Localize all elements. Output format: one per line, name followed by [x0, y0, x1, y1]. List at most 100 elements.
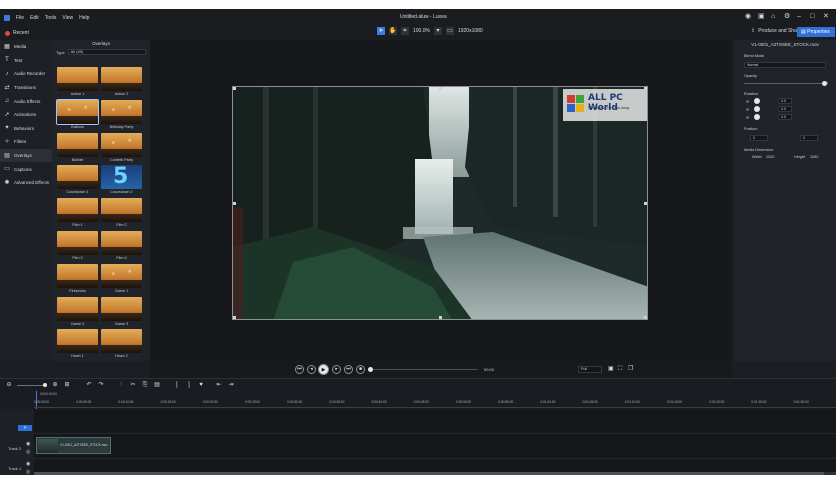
menu-help[interactable]: Help: [79, 15, 89, 21]
opacity-value[interactable]: 1: [826, 81, 828, 85]
blend-mode-select[interactable]: Normal: [744, 62, 826, 68]
overlay-item[interactable]: Film 3: [57, 231, 98, 262]
add-track-button[interactable]: +: [18, 425, 32, 431]
delete-icon[interactable]: ▤: [154, 382, 160, 388]
fast-forward-button[interactable]: ⏭: [344, 365, 353, 374]
menu-file[interactable]: File: [16, 15, 24, 21]
split-icon[interactable]: ⫶: [118, 382, 124, 388]
sidebar-item-text[interactable]: T Text: [0, 54, 52, 68]
rewind-button[interactable]: ⏮: [295, 365, 304, 374]
resize-handle[interactable]: [644, 202, 647, 205]
play-button[interactable]: ▶: [318, 364, 329, 375]
zoom-out-icon[interactable]: ⊖: [6, 382, 12, 388]
cut-icon[interactable]: ✂: [130, 382, 136, 388]
overlay-item[interactable]: Confetti Party: [101, 132, 142, 164]
video-preview[interactable]: ALL PC World Free Apps One Click Away: [232, 86, 648, 320]
close-icon[interactable]: ✕: [823, 13, 830, 20]
sidebar-item-overlays[interactable]: ▤ Overlays: [0, 148, 52, 163]
position-y-field[interactable]: 0: [800, 135, 818, 141]
timeline-ruler[interactable]: 0:00:00:00 0:00:05:00 0:00:10:00 0:00:15:00…: [34, 398, 836, 408]
resize-handle[interactable]: [233, 202, 236, 205]
next-edit-icon[interactable]: ⇥: [228, 382, 234, 388]
sidebar-item-media[interactable]: ▦ Media: [0, 40, 52, 54]
properties-button[interactable]: ▤ Properties: [797, 27, 835, 37]
timeline-zoom-slider[interactable]: [17, 383, 47, 387]
type-select[interactable]: All (40): [67, 49, 146, 55]
overlay-item[interactable]: Heart 2: [101, 329, 142, 360]
overlay-item[interactable]: Heart 1: [57, 329, 98, 360]
stop-button[interactable]: ■: [356, 365, 365, 374]
sidebar-item-audio-recorder[interactable]: ♪ Audio Recorder: [0, 67, 52, 81]
overlay-item[interactable]: Bubble: [57, 132, 98, 164]
prev-edit-icon[interactable]: ⇤: [216, 382, 222, 388]
rotation-dial[interactable]: [754, 106, 760, 112]
rotation-y-field[interactable]: 0.0: [778, 106, 792, 112]
produce-share-button[interactable]: ⇪ Produce and Share: [751, 28, 801, 34]
detach-icon[interactable]: ❐: [628, 366, 634, 372]
overlay-item[interactable]: Game 1: [101, 263, 142, 295]
resolution-label[interactable]: 1920x1080: [458, 28, 483, 34]
minimize-icon[interactable]: –: [797, 13, 804, 20]
step-forward-button[interactable]: ▸: [332, 365, 341, 374]
copy-icon[interactable]: ⎘: [142, 382, 148, 388]
opacity-slider[interactable]: [744, 81, 827, 86]
rotation-dial[interactable]: [754, 98, 760, 104]
sidebar-item-animations[interactable]: ➚ Animations: [0, 108, 52, 122]
overlay-item[interactable]: Balloon: [56, 98, 99, 131]
undo-icon[interactable]: ↶: [86, 382, 92, 388]
sidebar-item-behaviors[interactable]: ✦ Behaviors: [0, 122, 52, 136]
timeline-scrollbar[interactable]: [34, 472, 836, 475]
visibility-icon[interactable]: ◎: [26, 450, 31, 455]
overlay-item[interactable]: Game 3: [101, 296, 142, 328]
lock-icon[interactable]: ◉: [26, 442, 31, 447]
timeline-scrollbar-thumb[interactable]: [34, 472, 824, 475]
crop-tool-icon[interactable]: ⌗: [401, 27, 409, 35]
visibility-icon[interactable]: ◎: [26, 470, 31, 475]
fullscreen-icon[interactable]: ⛶: [618, 366, 624, 372]
resize-handle[interactable]: [644, 316, 647, 319]
overlay-item[interactable]: Film 2: [101, 198, 142, 229]
maximize-icon[interactable]: □: [810, 13, 817, 20]
sidebar-item-transitions[interactable]: ⇄ Transitions: [0, 81, 52, 95]
video-clip[interactable]: V1-0001_A2TSSEE_STOCK.mov: [36, 437, 111, 454]
resize-handle[interactable]: [644, 87, 647, 90]
fit-timeline-icon[interactable]: ⊞: [64, 382, 70, 388]
rotation-z-field[interactable]: 0.0: [778, 114, 792, 120]
save-icon[interactable]: ▣: [758, 13, 765, 20]
mark-in-icon[interactable]: [: [174, 382, 180, 388]
timeline-zoom-knob[interactable]: [43, 383, 47, 387]
playback-progress[interactable]: [368, 367, 478, 372]
pan-tool-icon[interactable]: ✋: [389, 27, 397, 35]
overlay-item[interactable]: Fireworks: [57, 263, 98, 295]
account-icon[interactable]: ◉: [745, 13, 752, 20]
menu-tools[interactable]: Tools: [45, 15, 57, 21]
track-row-2[interactable]: V1-0001_A2TSSEE_STOCK.mov: [34, 434, 836, 459]
menu-edit[interactable]: Edit: [30, 15, 39, 21]
fit-icon[interactable]: ▾: [433, 27, 442, 35]
sidebar-item-captions[interactable]: ▭ Captions: [0, 162, 52, 176]
undo-history-icon[interactable]: ⌂: [771, 13, 778, 20]
lock-icon[interactable]: ◉: [26, 462, 31, 467]
overlay-item[interactable]: Game 2: [57, 296, 98, 328]
resize-handle[interactable]: [233, 316, 236, 319]
overlay-item[interactable]: Countdown 1: [57, 165, 98, 196]
overlay-item[interactable]: Birthday Party: [101, 99, 142, 131]
overlay-item[interactable]: Action 1: [57, 67, 98, 98]
sidebar-item-audio-effects[interactable]: ♫ Audio Effects: [0, 94, 52, 108]
zoom-in-icon[interactable]: ⊕: [52, 382, 58, 388]
overlay-item[interactable]: Film 1: [57, 198, 98, 229]
select-tool-icon[interactable]: ➤: [377, 27, 385, 35]
sidebar-item-filters[interactable]: ✧ Filters: [0, 135, 52, 149]
overlay-item[interactable]: 5 Countdown 2: [101, 165, 142, 196]
resize-handle[interactable]: [439, 87, 442, 90]
resize-handle[interactable]: [233, 87, 236, 90]
recent-button[interactable]: Recent: [5, 30, 29, 36]
settings-icon[interactable]: ⚙: [784, 13, 791, 20]
marker-icon[interactable]: ♥: [198, 382, 204, 388]
rotation-dial[interactable]: [754, 114, 760, 120]
preview-zoom-select[interactable]: Full: [578, 366, 602, 373]
zoom-level[interactable]: 100.0%: [413, 28, 430, 34]
overlay-item[interactable]: Film 4: [101, 231, 142, 262]
resize-handle[interactable]: [439, 316, 442, 319]
rotation-x-field[interactable]: 0.0: [778, 98, 792, 104]
